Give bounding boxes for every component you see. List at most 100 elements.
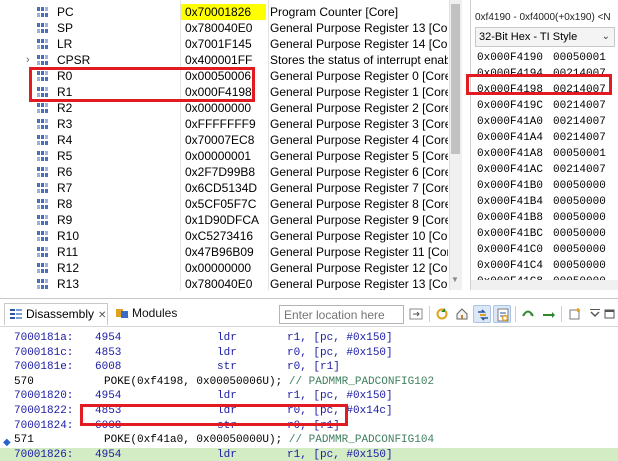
memory-horizontal-scrollbar[interactable] — [471, 280, 618, 290]
memory-value[interactable]: 00050000 — [553, 212, 606, 224]
memory-row[interactable]: 0x000F41C4 00050000 — [477, 258, 606, 274]
memory-value[interactable]: 00050000 — [553, 196, 606, 208]
memory-value[interactable]: 00050001 — [553, 52, 606, 64]
register-row[interactable]: R9 0x1D90DFCA General Purpose Register 9 [… — [0, 212, 463, 228]
step-over-button[interactable] — [519, 305, 537, 323]
register-row[interactable]: R11 0x47B96B09 General Purpose Register 11… — [0, 244, 463, 260]
register-value[interactable]: 0x7001F145 — [181, 36, 266, 52]
memory-row[interactable]: 0x000F41C0 00050000 — [477, 242, 606, 258]
register-value[interactable]: 0x2F7D99B8 — [181, 164, 266, 180]
register-value[interactable]: 0x780040E0 — [181, 20, 266, 36]
instruction-address: 70001824: — [14, 419, 74, 432]
memory-browser: 0xf4190 - 0xf4000(+0x190) <N 32-Bit Hex … — [470, 0, 618, 290]
memory-value[interactable]: 00050000 — [553, 244, 606, 256]
home-button[interactable] — [453, 305, 471, 323]
register-value[interactable]: 0xC5273416 — [181, 228, 266, 244]
register-value[interactable]: 0x00000001 — [181, 148, 266, 164]
register-row[interactable]: R6 0x2F7D99B8 General Purpose Register 6 [… — [0, 164, 463, 180]
tab-modules[interactable]: Modules — [112, 303, 177, 325]
register-description: General Purpose Register 9 [Core] — [270, 213, 448, 227]
memory-row[interactable]: 0x000F4190 00050001 — [477, 50, 606, 66]
toolbar-separator — [561, 306, 562, 322]
register-value[interactable]: 0x400001FF — [181, 52, 266, 68]
register-icon — [37, 103, 48, 113]
memory-row[interactable]: 0x000F41BC 00050000 — [477, 226, 606, 242]
disassembly-line[interactable]: 7000181a: 4954 ldr r1, [pc, #0x150] — [0, 331, 618, 345]
register-row[interactable]: SP 0x780040E0 General Purpose Register 13 … — [0, 20, 463, 36]
memory-value[interactable]: 00214007 — [553, 116, 606, 128]
register-row[interactable]: R8 0x5CF05F7C General Purpose Register 8 [… — [0, 196, 463, 212]
memory-row[interactable]: 0x000F41B8 00050000 — [477, 210, 606, 226]
register-description: General Purpose Register 13 [Core] — [270, 21, 448, 35]
link-source-button[interactable] — [473, 305, 491, 323]
memory-format-select[interactable]: 32-Bit Hex - TI Style ⌄ — [475, 27, 615, 47]
memory-address: 0x000F41B0 — [477, 180, 544, 192]
register-value[interactable]: 0x00000000 — [181, 260, 266, 276]
memory-row[interactable]: 0x000F41B4 00050000 — [477, 194, 606, 210]
refresh-button[interactable] — [433, 305, 451, 323]
tab-disassembly[interactable]: Disassembly ✕ — [4, 303, 108, 325]
register-value[interactable]: 0x70007EC8 — [181, 132, 266, 148]
register-value[interactable]: 0xFFFFFFF9 — [181, 116, 266, 132]
disassembly-line[interactable]: 70001820: 4954 ldr r1, [pc, #0x150] — [0, 389, 618, 403]
register-icon — [37, 247, 48, 257]
registers-scrollbar-thumb[interactable] — [451, 4, 460, 154]
close-icon[interactable]: ✕ — [98, 310, 106, 321]
step-into-button[interactable] — [539, 305, 557, 323]
register-row[interactable]: LR 0x7001F145 General Purpose Register 14 … — [0, 36, 463, 52]
memory-row[interactable]: 0x000F419C 00214007 — [477, 98, 606, 114]
source-line[interactable]: 570 POKE(0xf4198, 0x00050006U); // PADMMR… — [0, 375, 618, 389]
annotation-box-disassembly — [80, 404, 348, 426]
register-icon — [37, 55, 48, 65]
register-row[interactable]: PC 0x70001826 Program Counter [Core] — [0, 4, 463, 20]
register-name: LR — [57, 37, 73, 51]
memory-value[interactable]: 00050000 — [553, 260, 606, 272]
memory-address: 0x000F41B4 — [477, 196, 544, 208]
memory-row[interactable]: 0x000F41A0 00214007 — [477, 114, 606, 130]
register-row[interactable]: › CPSR 0x400001FF Stores the status of inte… — [0, 52, 463, 68]
memory-value[interactable]: 00214007 — [553, 100, 606, 112]
show-source-button[interactable] — [493, 305, 511, 323]
register-row[interactable]: R13 0x780040E0 General Purpose Register 13… — [0, 276, 463, 290]
memory-row[interactable]: 0x000F41A8 00050001 — [477, 146, 606, 162]
register-row[interactable]: R12 0x00000000 General Purpose Register 12… — [0, 260, 463, 276]
register-row[interactable]: R10 0xC5273416 General Purpose Register 10… — [0, 228, 463, 244]
new-view-button[interactable] — [566, 305, 584, 323]
memory-value[interactable]: 00050000 — [553, 180, 606, 192]
register-value[interactable]: 0x00000000 — [181, 100, 266, 116]
instruction-mnemonic: ldr — [217, 448, 237, 461]
maximize-icon — [604, 309, 615, 319]
location-input[interactable] — [279, 305, 404, 324]
register-row[interactable]: R7 0x6CD5134D General Purpose Register 7 [… — [0, 180, 463, 196]
registers-view: PC 0x70001826 Program Counter [Core] SP 0x78… — [0, 0, 463, 290]
register-name: R12 — [57, 261, 80, 275]
go-to-location-button[interactable] — [407, 305, 425, 323]
source-line[interactable]: 571 POKE(0xf41a0, 0x00050000U); // PADMMR… — [0, 433, 618, 447]
disassembly-line[interactable]: 7000181c: 4853 ldr r0, [pc, #0x150] — [0, 346, 618, 360]
register-value[interactable]: 0x1D90DFCA — [181, 212, 266, 228]
scroll-down-arrow-icon[interactable]: ▼ — [451, 275, 459, 284]
register-description: Stores the status of interrupt enables a — [270, 53, 448, 67]
register-value[interactable]: 0x6CD5134D — [181, 180, 266, 196]
register-row[interactable]: R4 0x70007EC8 General Purpose Register 4 [… — [0, 132, 463, 148]
register-row[interactable]: R5 0x00000001 General Purpose Register 5 [… — [0, 148, 463, 164]
new-view-icon — [569, 308, 580, 320]
memory-value[interactable]: 00214007 — [553, 132, 606, 144]
register-value[interactable]: 0x47B96B09 — [181, 244, 266, 260]
memory-value[interactable]: 00050000 — [553, 228, 606, 240]
maximize-button[interactable] — [602, 305, 616, 323]
expand-arrow-icon[interactable]: › — [26, 52, 36, 68]
memory-row[interactable]: 0x000F41A4 00214007 — [477, 130, 606, 146]
register-row[interactable]: R3 0xFFFFFFF9 General Purpose Register 3 [… — [0, 116, 463, 132]
memory-value[interactable]: 00214007 — [553, 164, 606, 176]
disassembly-line[interactable]: 70001826: 4954 ldr r1, [pc, #0x150] — [0, 447, 618, 461]
step-over-icon — [522, 310, 534, 317]
register-value[interactable]: 0x70001826 — [181, 4, 266, 20]
disassembly-line[interactable]: 7000181e: 6008 str r0, [r1] — [0, 360, 618, 374]
register-value[interactable]: 0x5CF05F7C — [181, 196, 266, 212]
memory-row[interactable]: 0x000F41B0 00050000 — [477, 178, 606, 194]
memory-row[interactable]: 0x000F41AC 00214007 — [477, 162, 606, 178]
register-value[interactable]: 0x780040E0 — [181, 276, 266, 290]
memory-value[interactable]: 00050001 — [553, 148, 606, 160]
register-row[interactable]: R2 0x00000000 General Purpose Register 2 [… — [0, 100, 463, 116]
